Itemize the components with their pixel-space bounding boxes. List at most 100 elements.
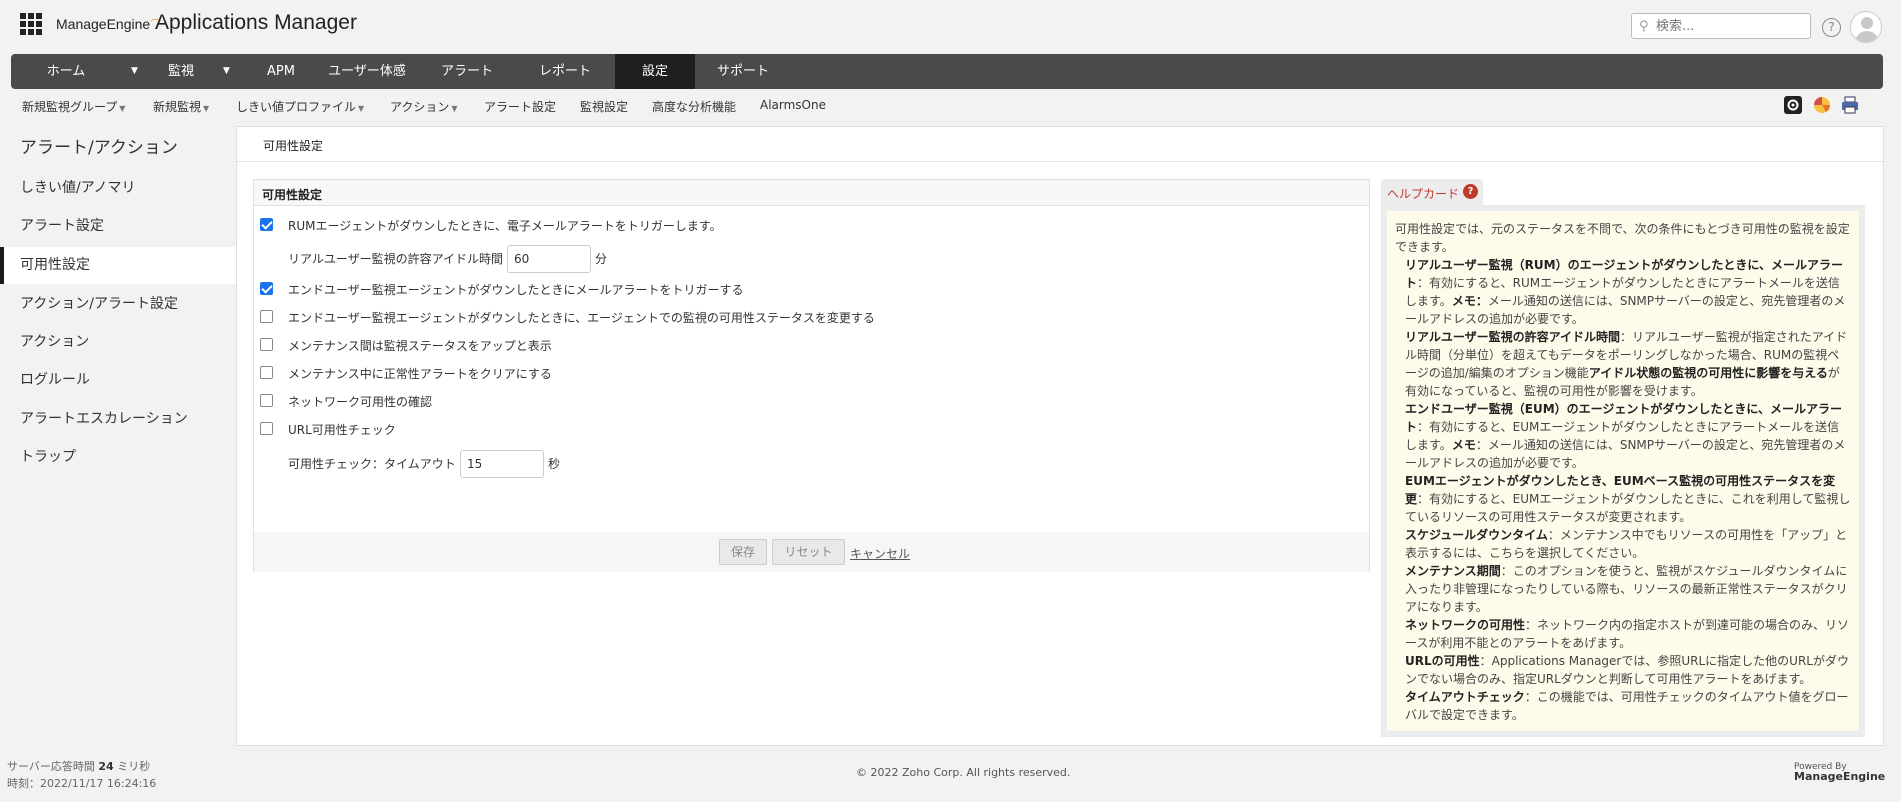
left-item-label: アラート設定: [20, 218, 104, 234]
option-label: エンドユーザー監視エージェントがダウンしたときにメールアラートをトリガーする: [288, 283, 744, 297]
checkbox-maintenance-up[interactable]: [260, 338, 273, 351]
help-note-term: メモ：: [1451, 294, 1488, 308]
nav-monitors-dropdown[interactable]: ▼: [211, 54, 247, 89]
availability-form: 可用性設定 RUMエージェントがダウンしたときに、電子メールアラートをトリガーし…: [253, 179, 1370, 572]
left-item-actions[interactable]: アクション: [0, 324, 236, 361]
nav-reports[interactable]: レポート: [515, 54, 615, 89]
subnav-alert-settings[interactable]: アラート設定: [484, 98, 556, 115]
subnav-label: AlarmsOne: [760, 98, 826, 112]
left-item-log-rules[interactable]: ログルール: [0, 362, 236, 399]
option-url-availability: URL可用性チェック: [254, 418, 1369, 440]
nav-monitors[interactable]: 監視: [151, 54, 211, 89]
nav-settings[interactable]: 設定: [615, 54, 695, 89]
help-note-term: メモ: [1451, 438, 1476, 452]
subnav-label: 高度な分析機能: [652, 100, 737, 114]
search-box[interactable]: ⚲: [1631, 13, 1811, 39]
help-item: リアルユーザー監視の許容アイドル時間：リアルユーザー監視が指定されたアイドル時間…: [1395, 328, 1851, 400]
timeout-unit: 秒: [548, 457, 561, 471]
checkbox-network-availability[interactable]: [260, 394, 273, 407]
help-term: ネットワークの可用性: [1405, 618, 1526, 632]
subnav-alarmsone[interactable]: AlarmsOne: [760, 98, 826, 112]
form-title: 可用性設定: [254, 180, 1369, 206]
sub-nav: 新規監視グループ ▼ 新規監視 ▼ しきい値プロファイル ▼ アクション ▼ アラート設…: [0, 93, 1901, 117]
left-item-availability-settings[interactable]: 可用性設定: [0, 247, 236, 284]
reset-button[interactable]: リセット: [772, 539, 845, 565]
checkbox-url-availability[interactable]: [260, 422, 273, 435]
option-timeout: 可用性チェック：タイムアウト 15 秒: [254, 450, 1369, 478]
option-maintenance-up: メンテナンス間は監視ステータスをアップと表示: [254, 334, 1369, 356]
left-item-threshold-anomaly[interactable]: しきい値/アノマリ: [0, 170, 236, 207]
left-item-label: アクション/アラート設定: [20, 296, 179, 312]
help-item: メンテナンス期間：このオプションを使うと、監視がスケジュールダウンタイムに入った…: [1395, 562, 1851, 616]
content-header: 可用性設定: [237, 127, 1883, 162]
cancel-link[interactable]: キャンセル: [850, 545, 910, 562]
subnav-label: アクション: [390, 100, 450, 114]
subnav-monitor-settings[interactable]: 監視設定: [580, 98, 628, 115]
subnav-label: 監視設定: [580, 100, 629, 114]
left-item-label: トラップ: [20, 449, 76, 465]
response-time-value: 24: [98, 760, 114, 773]
nav-settings-label: 設定: [641, 64, 668, 79]
checkbox-rum-agent-alert[interactable]: [260, 218, 273, 231]
search-icon: ⚲: [1639, 19, 1649, 34]
nav-alerts[interactable]: アラート: [419, 54, 515, 89]
content-title: 可用性設定: [263, 139, 324, 153]
nav-apm[interactable]: APM: [247, 54, 315, 89]
user-avatar[interactable]: [1850, 11, 1882, 43]
left-item-label: ログルール: [20, 372, 90, 388]
nav-home-dropdown[interactable]: ▼: [121, 54, 151, 89]
checkbox-eum-agent-alert[interactable]: [260, 282, 273, 295]
left-item-traps[interactable]: トラップ: [0, 439, 236, 476]
chevron-down-icon: ▼: [203, 104, 210, 113]
chevron-down-icon: ▼: [358, 104, 365, 113]
help-icon[interactable]: ?: [1463, 184, 1478, 199]
help-card-title: ヘルプカード: [1387, 187, 1460, 201]
subnav-advanced-analytics[interactable]: 高度な分析機能: [652, 98, 736, 115]
left-item-alert-escalation[interactable]: アラートエスカレーション: [0, 401, 236, 438]
help-item: タイムアウトチェック：この機能では、可用性チェックのタイムアウト値をグローバルで…: [1395, 688, 1851, 724]
nav-home[interactable]: ホーム: [11, 54, 121, 89]
help-desc: ：有効にすると、EUMエージェントがダウンしたときに、これを利用して監視している…: [1405, 492, 1851, 524]
help-icon[interactable]: ?: [1822, 18, 1841, 37]
checkbox-maintenance-clear[interactable]: [260, 366, 273, 379]
left-item-label: アクション: [20, 334, 90, 350]
subnav-new-monitor[interactable]: 新規監視 ▼: [153, 98, 209, 115]
top-header: ManageEngine⌒ Applications Manager ⚲ ?: [0, 0, 1901, 52]
subnav-new-monitor-group[interactable]: 新規監視グループ ▼: [22, 98, 125, 115]
content-panel: 可用性設定 可用性設定 RUMエージェントがダウンしたときに、電子メールアラート…: [236, 126, 1884, 746]
nav-user-experience[interactable]: ユーザー体感: [315, 54, 419, 89]
help-term: メンテナンス期間: [1405, 564, 1501, 578]
powered-by[interactable]: Powered By ManageEngine: [1794, 762, 1885, 782]
idle-time-unit: 分: [595, 252, 608, 266]
subnav-actions[interactable]: アクション ▼: [390, 98, 458, 115]
manageengine-logo[interactable]: ManageEngine⌒: [56, 16, 161, 32]
print-icon[interactable]: [1840, 96, 1860, 114]
help-term: リアルユーザー監視の許容アイドル時間: [1405, 330, 1621, 344]
app-grid-icon[interactable]: [20, 13, 42, 35]
timeout-input[interactable]: 15: [460, 450, 544, 478]
nav-support[interactable]: サポート: [695, 54, 791, 89]
chevron-down-icon: ▼: [451, 104, 458, 113]
checkbox-eum-agent-status[interactable]: [260, 310, 273, 323]
subnav-threshold-profile[interactable]: しきい値プロファイル ▼: [236, 98, 364, 115]
server-time: 時刻：2022/11/17 16:24:16: [7, 777, 157, 790]
save-button[interactable]: 保存: [719, 539, 767, 565]
idle-time-input[interactable]: 60: [507, 245, 591, 273]
subnav-label: アラート設定: [484, 100, 557, 114]
search-input[interactable]: [1656, 17, 1806, 35]
powered-by-brand: ManageEngine: [1794, 770, 1886, 783]
help-term: URLの可用性: [1405, 654, 1480, 668]
help-term: タイムアウトチェック: [1405, 690, 1525, 704]
left-item-label: アラートエスカレーション: [20, 411, 188, 427]
idle-time-label: リアルユーザー監視の許容アイドル時間: [288, 252, 504, 266]
footer-server-info: サーバー応答時間 24 ミリ秒 時刻：2022/11/17 16:24:16: [7, 758, 156, 792]
option-idle-time: リアルユーザー監視の許容アイドル時間 60 分: [254, 245, 1369, 273]
app-title[interactable]: Applications Manager: [155, 11, 357, 35]
help-note-term: アイドル状態の監視の可用性に影響を与える: [1588, 366, 1828, 380]
option-eum-agent-status: エンドユーザー監視エージェントがダウンしたときに、エージェントでの監視の可用性ス…: [254, 306, 1369, 328]
settings-icon[interactable]: [1783, 96, 1803, 114]
left-item-action-alert-settings[interactable]: アクション/アラート設定: [0, 286, 236, 323]
chart-icon[interactable]: [1811, 96, 1831, 114]
help-term: スケジュールダウンタイム: [1405, 528, 1548, 542]
left-item-alert-settings[interactable]: アラート設定: [0, 208, 236, 245]
